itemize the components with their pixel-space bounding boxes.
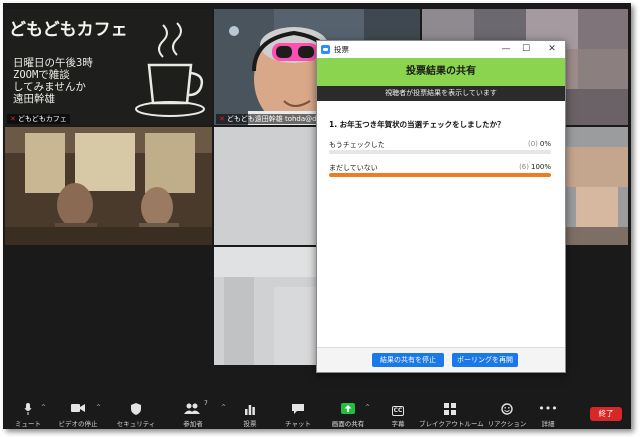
viewer-status-bar: 視聴者が投票結果を表示しています: [317, 86, 565, 101]
tile-name-label: ✕ どもどもカフェ: [7, 114, 70, 124]
captions-button[interactable]: CC 字幕: [383, 395, 413, 429]
room-video-image: [5, 127, 212, 245]
reopen-poll-button[interactable]: ポーリングを再開: [452, 353, 518, 367]
microphone-icon: [11, 403, 45, 415]
cafe-board-line-4: 遠田幹雄: [13, 93, 55, 105]
maximize-icon[interactable]: ☐: [519, 43, 533, 55]
poll-results-window[interactable]: 投票 — ☐ ✕ 投票結果の共有 視聴者が投票結果を表示しています 1. お年玉…: [316, 40, 566, 373]
breakout-rooms-button[interactable]: ブレイクアウトルーム: [419, 395, 484, 429]
smiley-icon: [485, 403, 529, 415]
cafe-board-line-2: ZOOMで雑談: [13, 69, 70, 81]
more-dots-icon: •••: [538, 402, 558, 415]
shield-icon: [111, 403, 161, 415]
zoom-app-icon: [321, 45, 330, 54]
share-screen-button[interactable]: 画面の共有: [327, 395, 369, 429]
poll-option-label: まだしていない: [329, 164, 378, 172]
audio-options-chevron-icon[interactable]: ^: [41, 404, 46, 411]
participants-chevron-icon[interactable]: ^: [221, 404, 226, 411]
video-options-chevron-icon[interactable]: ^: [96, 404, 101, 411]
minimize-icon[interactable]: —: [499, 43, 513, 55]
cafe-board-line-3: してみませんか: [13, 81, 86, 93]
chat-button[interactable]: チャット: [281, 395, 315, 429]
end-meeting-button[interactable]: 終了: [590, 407, 622, 421]
poll-option-bar-fill: [329, 173, 551, 177]
poll-footer: 結果の共有を停止 ポーリングを再開: [317, 347, 565, 372]
poll-results-header: 投票結果の共有: [317, 58, 565, 86]
zoom-meeting-window: どもどもカフェ 日曜日の午後3時 ZOOMで雑談 してみませんか 遠田幹雄 ✕ ど…: [3, 3, 631, 429]
participant-count-badge: 7: [204, 400, 208, 407]
share-options-chevron-icon[interactable]: ^: [365, 404, 370, 411]
polling-button[interactable]: 投票: [235, 395, 265, 429]
close-icon[interactable]: ✕: [545, 43, 559, 55]
chat-bubble-icon: [281, 403, 315, 415]
bar-chart-icon: [235, 403, 265, 415]
poll-option-bar: [329, 173, 551, 177]
poll-option-bar: [329, 150, 551, 154]
coffee-cup-icon: [135, 22, 205, 117]
breakout-rooms-icon: [419, 403, 481, 415]
participants-button[interactable]: 7 参加者: [173, 395, 213, 429]
poll-window-title: 投票: [334, 45, 349, 54]
reactions-button[interactable]: リアクション: [485, 395, 529, 429]
poll-option-label: もうチェックした: [329, 141, 385, 149]
stop-sharing-results-button[interactable]: 結果の共有を停止: [372, 353, 444, 367]
closed-captions-icon: CC: [391, 406, 405, 416]
poll-option-result: (0) 0%: [527, 140, 551, 148]
video-tile-pixelated-2[interactable]: [566, 127, 628, 245]
video-tile-blurred[interactable]: [214, 127, 316, 245]
video-tile-room[interactable]: [5, 127, 212, 245]
video-tile-blurred-2[interactable]: [214, 247, 316, 365]
poll-option-result: (6) 100%: [519, 163, 551, 171]
cafe-board-title: どもどもカフェ: [9, 20, 128, 40]
mic-muted-icon: ✕: [10, 115, 16, 123]
security-button[interactable]: セキュリティ: [111, 395, 161, 429]
video-tile-cafe[interactable]: どもどもカフェ 日曜日の午後3時 ZOOMで雑談 してみませんか 遠田幹雄 ✕ ど…: [5, 9, 212, 125]
share-screen-icon: [327, 403, 369, 415]
mic-muted-icon: ✕: [219, 115, 225, 123]
poll-question: 1. お年玉つき年賀状の当選チェックをしましたか？: [329, 120, 505, 129]
more-button[interactable]: ••• 詳細: [533, 395, 563, 429]
cafe-board-line-1: 日曜日の午後3時: [13, 57, 93, 69]
mute-button[interactable]: ミュート: [11, 395, 45, 429]
meeting-toolbar: ミュート ^ ビデオの停止 ^ セキュリティ 7 参加者 ^ 投票 チャット 画…: [3, 395, 631, 429]
stop-video-button[interactable]: ビデオの停止: [53, 395, 103, 429]
